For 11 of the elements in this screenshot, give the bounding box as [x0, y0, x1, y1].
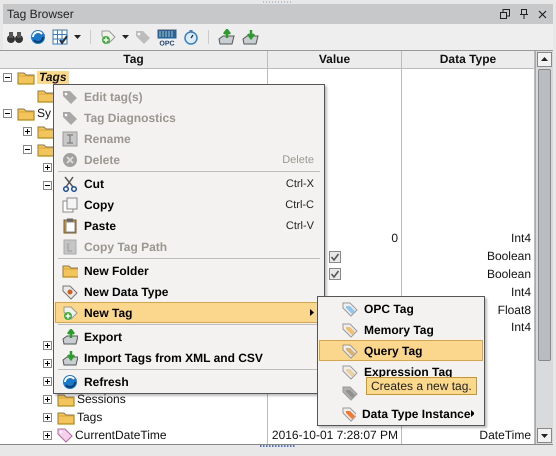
table-cell: Int4 [510, 321, 531, 334]
table-cell: Int4 [510, 232, 531, 246]
table-cell: Boolean [486, 268, 531, 281]
table-cell: DateTime [479, 428, 531, 442]
table-cell: Float8 [498, 304, 531, 317]
tooltip: Creates a new tag. [366, 377, 477, 395]
table-cell: 0 [391, 232, 398, 246]
table-cell: 2016-10-01 7:28:07 PM [272, 428, 398, 442]
table-cell: Boolean [486, 250, 531, 264]
panel-title: Tag Browser [7, 7, 75, 21]
table-cell: Int4 [510, 286, 531, 299]
